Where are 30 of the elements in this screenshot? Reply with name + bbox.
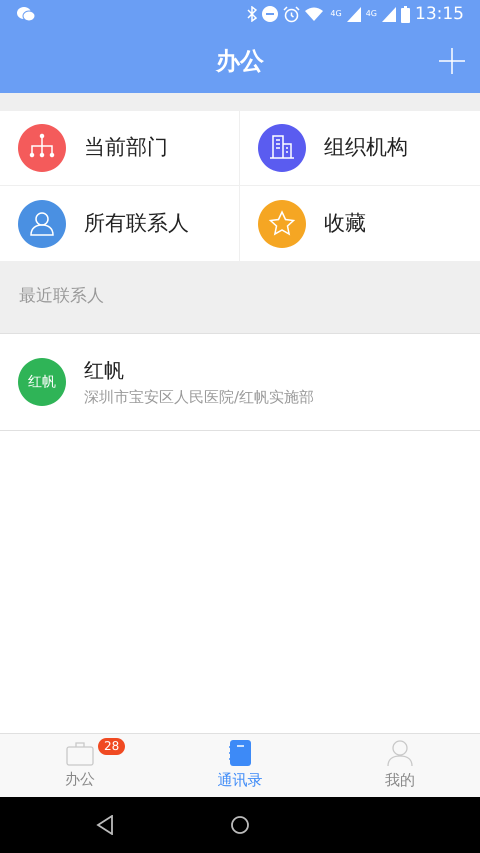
briefcase-icon — [66, 740, 94, 766]
page-title: 办公 — [216, 46, 264, 76]
person-icon — [387, 739, 413, 768]
notebook-icon — [228, 739, 252, 768]
shortcut-label: 收藏 — [324, 210, 366, 237]
do-not-disturb-icon — [262, 6, 278, 22]
shortcut-item[interactable]: 当前部门 — [0, 111, 240, 186]
section-heading: 最近联系人 — [19, 285, 104, 308]
signal-icon — [346, 6, 361, 22]
badge: 28 — [98, 738, 126, 756]
network-label: 4G — [330, 10, 342, 18]
chat-icon — [16, 6, 36, 22]
avatar: 红帆 — [18, 358, 66, 406]
shortcut-label: 当前部门 — [84, 134, 168, 162]
clock: 13:15 — [415, 6, 464, 22]
add-button[interactable] — [438, 47, 466, 75]
tab[interactable]: 28 办公 — [0, 734, 160, 797]
add-icon — [439, 48, 465, 74]
home-icon[interactable] — [230, 815, 250, 835]
shortcut-label: 所有联系人 — [84, 210, 189, 237]
alarm-icon — [283, 6, 300, 22]
wifi-icon — [305, 6, 326, 22]
back-icon[interactable] — [96, 815, 114, 835]
battery-icon — [401, 6, 410, 22]
contact-detail: 深圳市宝安区人民医院/红帆实施部 — [84, 390, 314, 404]
shortcut-label: 组织机构 — [324, 134, 408, 162]
network-label: 4G — [366, 10, 377, 18]
bluetooth-icon — [247, 6, 258, 22]
signal-icon — [382, 6, 396, 22]
contact-name: 红帆 — [84, 360, 125, 380]
